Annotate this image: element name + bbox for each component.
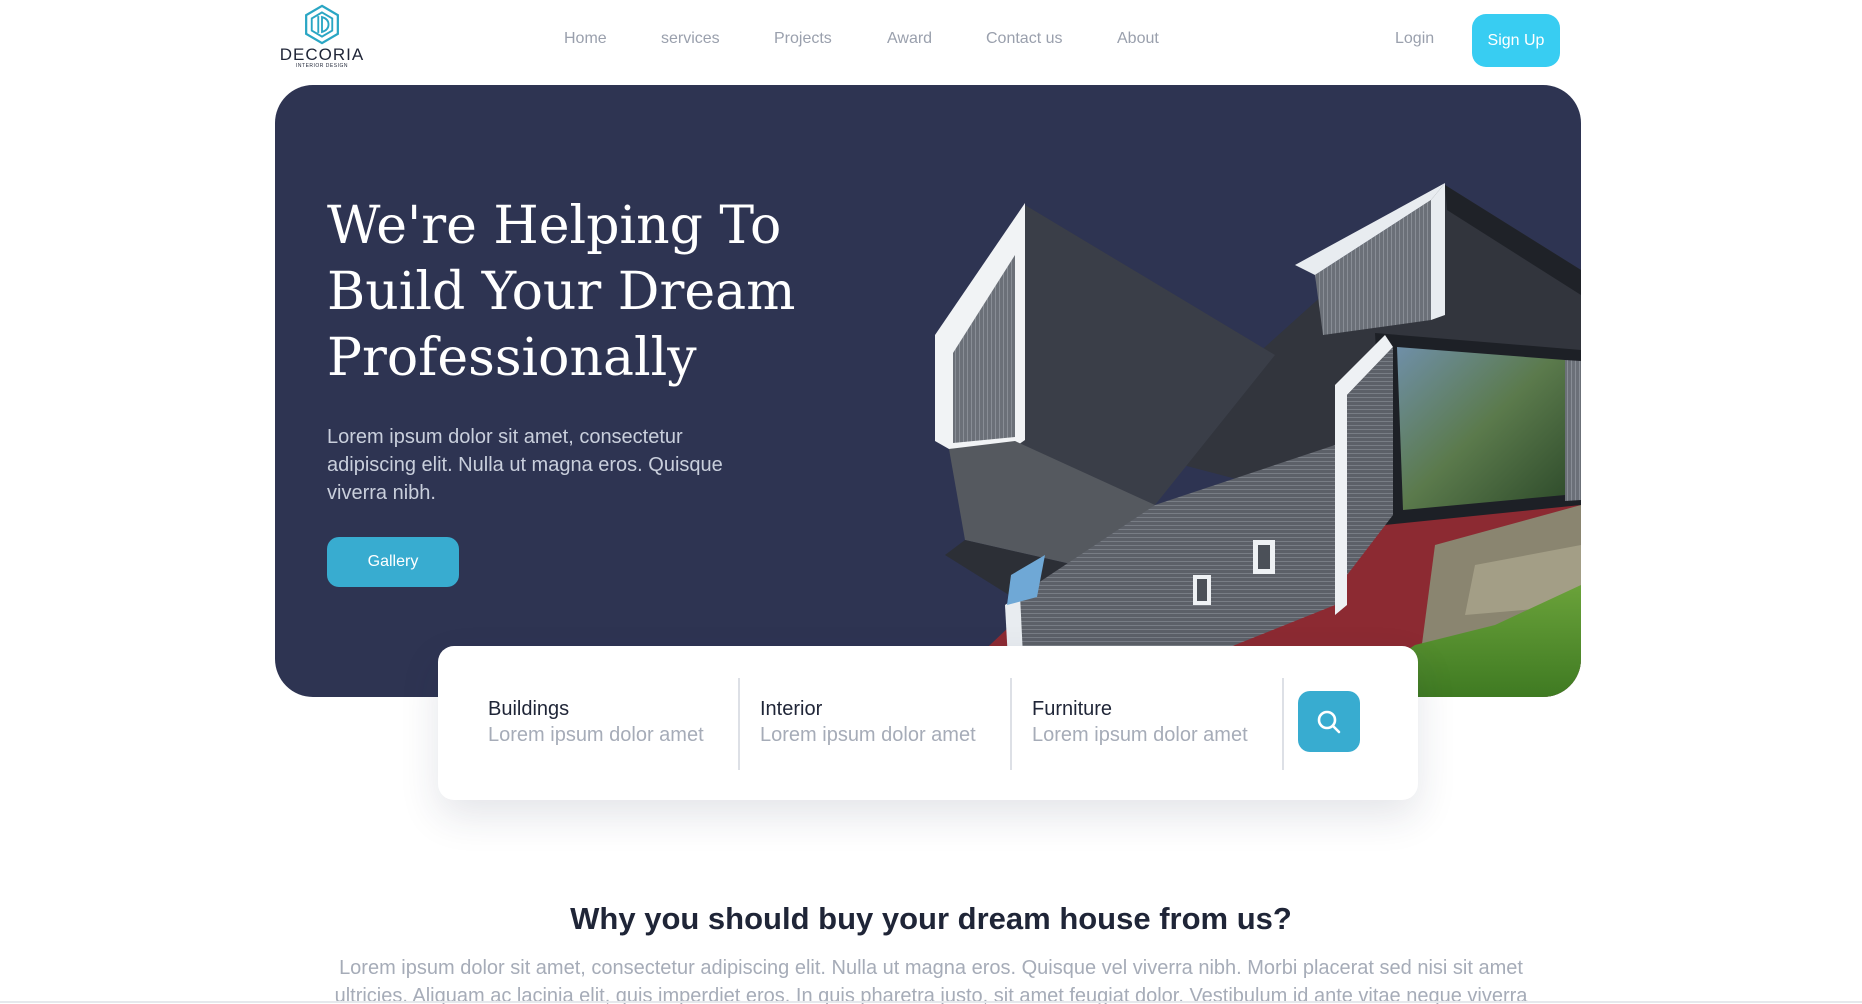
category-subtitle: Lorem ipsum dolor amet <box>488 724 704 746</box>
category-subtitle: Lorem ipsum dolor amet <box>1032 724 1248 746</box>
category-buildings[interactable]: Buildings Lorem ipsum dolor amet <box>488 696 704 748</box>
why-section-text: Lorem ipsum dolor sit amet, consectetur … <box>334 957 1528 1004</box>
why-section-title: Why you should buy your dream house from… <box>570 901 1292 936</box>
category-search-card: Buildings Lorem ipsum dolor amet Interio… <box>438 646 1418 800</box>
divider <box>1010 678 1012 770</box>
brand-logo[interactable]: DECORIA INTERIOR DESIGN <box>279 4 365 70</box>
nav-contact-us[interactable]: Contact us <box>986 30 1062 48</box>
hero-banner: We're Helping To Build Your Dream Profes… <box>275 85 1581 697</box>
category-title: Buildings <box>488 698 570 720</box>
nav-services[interactable]: services <box>661 30 720 48</box>
hero-description: Lorem ipsum dolor sit amet, consectetur … <box>327 426 723 504</box>
login-link[interactable]: Login <box>1395 30 1434 48</box>
nav-about[interactable]: About <box>1117 30 1159 48</box>
divider <box>1282 678 1284 770</box>
search-icon <box>1317 710 1341 733</box>
signup-button[interactable]: Sign Up <box>1472 14 1560 67</box>
brand-tagline: INTERIOR DESIGN <box>296 63 348 69</box>
category-furniture[interactable]: Furniture Lorem ipsum dolor amet <box>1032 696 1248 748</box>
hexagon-logo-icon <box>305 4 339 45</box>
hero-title: We're Helping To Build Your Dream Profes… <box>327 196 796 388</box>
nav-projects[interactable]: Projects <box>774 30 832 48</box>
category-title: Interior <box>760 698 823 720</box>
gallery-button[interactable]: Gallery <box>327 537 459 587</box>
brand-name: DECORIA <box>279 45 365 64</box>
divider <box>738 678 740 770</box>
category-title: Furniture <box>1032 698 1113 720</box>
page-bottom-divider <box>0 1001 1862 1003</box>
category-subtitle: Lorem ipsum dolor amet <box>760 724 976 746</box>
search-button[interactable] <box>1298 691 1360 752</box>
nav-award[interactable]: Award <box>887 30 932 48</box>
modern-house-image <box>935 183 1581 697</box>
nav-home[interactable]: Home <box>564 30 607 48</box>
category-interior[interactable]: Interior Lorem ipsum dolor amet <box>760 696 976 748</box>
